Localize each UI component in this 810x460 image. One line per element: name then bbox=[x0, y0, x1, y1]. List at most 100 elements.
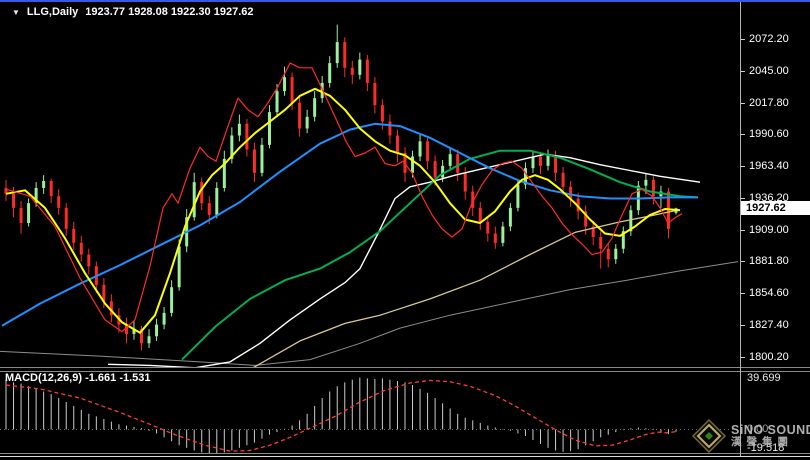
brand-watermark: SiNO SOUND 漢聲集團 bbox=[692, 419, 810, 453]
price-tick-mark bbox=[741, 324, 745, 326]
price-axis-label: 1800.20 bbox=[749, 350, 789, 363]
candle-body bbox=[516, 184, 520, 208]
brand-name-chinese: 漢聲集團 bbox=[731, 436, 793, 448]
candle-body bbox=[493, 233, 497, 243]
candle-body bbox=[358, 59, 362, 75]
candle-body bbox=[87, 254, 91, 267]
macd-max-label: 39.699 bbox=[747, 372, 781, 384]
candle-body bbox=[538, 156, 542, 166]
candle-body bbox=[463, 172, 467, 192]
candle-body bbox=[614, 248, 618, 260]
candle-body bbox=[298, 102, 302, 129]
candle-body bbox=[192, 182, 196, 218]
price-tick-mark bbox=[741, 70, 745, 72]
price-tick-mark bbox=[741, 166, 745, 168]
candle-body bbox=[561, 172, 565, 187]
candle-body bbox=[177, 246, 181, 288]
price-tick-mark bbox=[741, 293, 745, 295]
panel-separator-top bbox=[0, 367, 810, 368]
candle-body bbox=[12, 193, 16, 208]
macd-signal-line bbox=[5, 379, 677, 452]
price-axis-label: 2017.80 bbox=[749, 96, 789, 109]
brand-text: SiNO SOUND 漢聲集團 bbox=[731, 424, 810, 448]
candle-body bbox=[599, 237, 603, 249]
candle-body bbox=[252, 149, 256, 173]
macd-panel bbox=[0, 377, 739, 454]
candle-body bbox=[335, 42, 339, 64]
candle-body bbox=[313, 98, 317, 117]
candle-body bbox=[546, 155, 550, 166]
candle-body bbox=[267, 112, 271, 145]
candle-body bbox=[456, 154, 460, 173]
price-tick-mark bbox=[741, 229, 745, 231]
candle-body bbox=[478, 207, 482, 222]
price-axis-label: 1909.00 bbox=[749, 223, 789, 236]
candle-body bbox=[433, 161, 437, 178]
bottom-border-dark bbox=[0, 453, 810, 454]
candle-body bbox=[290, 77, 294, 103]
ma-green bbox=[181, 149, 699, 361]
candle-body bbox=[388, 121, 392, 136]
candle-body bbox=[644, 179, 648, 186]
candle-body bbox=[49, 181, 53, 197]
macd-indicator-label: MACD(12,26,9) -1.661 -1.531 bbox=[5, 372, 151, 384]
candle-body bbox=[418, 141, 422, 157]
candle-body bbox=[72, 228, 76, 243]
price-axis-label: 2045.00 bbox=[749, 64, 789, 77]
price-axis-label: 1990.60 bbox=[749, 128, 789, 141]
candle-body bbox=[531, 156, 535, 169]
candle-body bbox=[501, 226, 505, 243]
candle-body bbox=[19, 207, 23, 224]
candle-body bbox=[64, 207, 68, 229]
candle-body bbox=[395, 135, 399, 153]
price-tick-mark bbox=[741, 261, 745, 263]
candle-body bbox=[651, 179, 655, 197]
current-price-tag: 1927.62 bbox=[741, 201, 810, 215]
price-tick-mark bbox=[741, 356, 745, 358]
symbol-period-label: LLG,Daily bbox=[26, 6, 79, 18]
price-axis-label: 1881.80 bbox=[749, 255, 789, 268]
candle-body bbox=[215, 188, 219, 215]
candle-body bbox=[42, 181, 46, 189]
candle-body bbox=[237, 123, 241, 136]
price-axis-label: 1963.40 bbox=[749, 160, 789, 173]
ma-white bbox=[107, 153, 701, 367]
chevron-down-icon[interactable]: ▼ bbox=[12, 8, 20, 17]
price-chart-canvas[interactable] bbox=[0, 0, 810, 460]
quote-ohlc-values: 1923.77 1928.08 1922.30 1927.62 bbox=[85, 6, 254, 18]
price-axis-label: 2072.20 bbox=[749, 33, 789, 46]
main-panel bbox=[0, 24, 739, 367]
candle-body bbox=[207, 203, 211, 215]
candle-body bbox=[441, 165, 445, 178]
price-axis-label: 1854.60 bbox=[749, 287, 789, 300]
candle-body bbox=[147, 336, 151, 344]
price-axis-label: 1827.40 bbox=[749, 318, 789, 331]
chart-window: ▼ LLG,Daily 1923.77 1928.08 1922.30 1927… bbox=[0, 0, 810, 460]
candle-body bbox=[448, 154, 452, 166]
candle-body bbox=[170, 287, 174, 313]
candle-body bbox=[79, 242, 83, 255]
candle-body bbox=[486, 221, 490, 234]
candle-body bbox=[606, 248, 610, 260]
candle-body bbox=[155, 324, 159, 337]
candle-body bbox=[350, 67, 354, 75]
candle-body bbox=[305, 116, 309, 129]
price-tick-mark bbox=[741, 39, 745, 41]
candle-body bbox=[328, 63, 332, 83]
candle-body bbox=[365, 59, 369, 83]
ma-red bbox=[5, 62, 683, 333]
bottom-border-light bbox=[0, 456, 810, 457]
price-tick-mark bbox=[741, 102, 745, 104]
candle-body bbox=[245, 123, 249, 150]
candle-body bbox=[275, 91, 279, 113]
price-tick-mark bbox=[741, 134, 745, 136]
candle-body bbox=[260, 144, 264, 173]
candle-body bbox=[380, 105, 384, 122]
candle-body bbox=[200, 182, 204, 204]
candle-body bbox=[57, 196, 61, 208]
candle-body bbox=[508, 207, 512, 227]
brand-name: SiNO SOUND bbox=[731, 423, 810, 437]
candle-body bbox=[554, 155, 558, 173]
chart-header: ▼ LLG,Daily 1923.77 1928.08 1922.30 1927… bbox=[12, 6, 253, 18]
candle-body bbox=[27, 203, 31, 224]
